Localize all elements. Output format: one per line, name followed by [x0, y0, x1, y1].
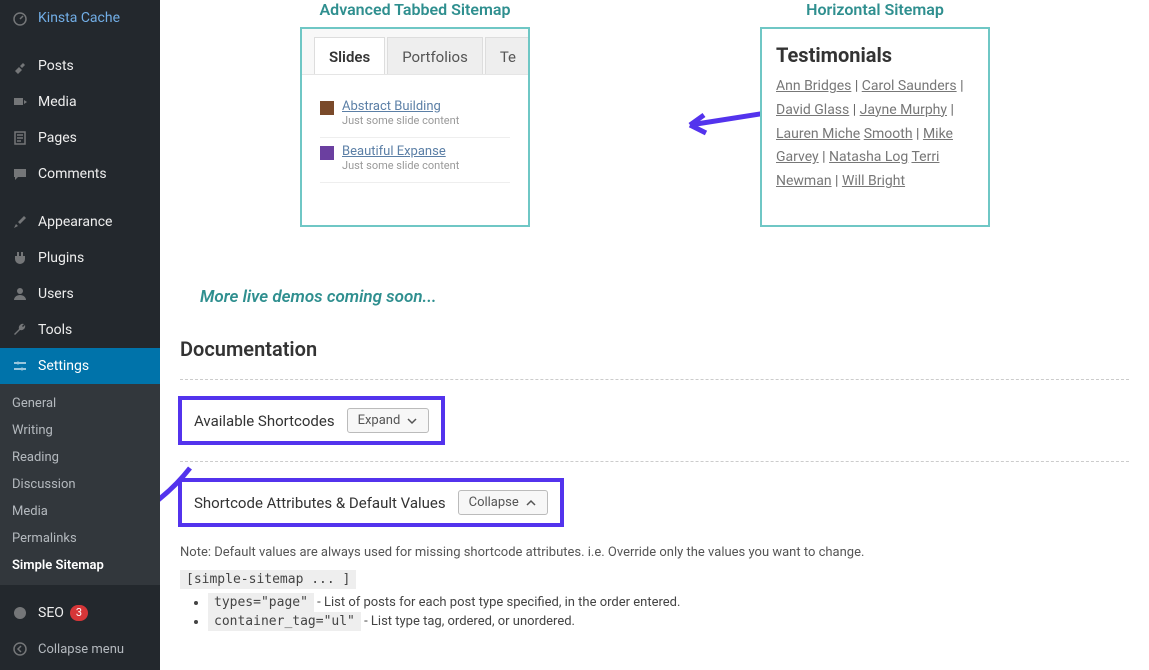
- preview-horizontal-sitemap: Horizontal Sitemap Testimonials Ann Brid…: [760, 0, 990, 227]
- label: Expand: [358, 413, 401, 428]
- submenu-writing[interactable]: Writing: [0, 417, 160, 444]
- label: Users: [38, 286, 74, 302]
- slide-title[interactable]: Beautiful Expanse: [342, 144, 459, 159]
- link[interactable]: Smooth: [864, 126, 913, 142]
- label: Kinsta Cache: [38, 10, 120, 26]
- note-text: Note: Default values are always used for…: [180, 545, 1129, 560]
- submenu-simple-sitemap[interactable]: Simple Sitemap: [0, 552, 160, 579]
- shortcode-example: [simple-sitemap ... ]: [180, 570, 356, 589]
- label: Posts: [38, 58, 74, 74]
- tab-slides[interactable]: Slides: [314, 37, 385, 74]
- seo-icon: [10, 603, 30, 623]
- documentation-heading: Documentation: [180, 337, 1129, 361]
- slide-sub: Just some slide content: [342, 159, 459, 172]
- submenu-permalinks[interactable]: Permalinks: [0, 525, 160, 552]
- testimonials-heading: Testimonials: [762, 29, 988, 75]
- wrench-icon: [10, 320, 30, 340]
- link[interactable]: Lauren Miche: [776, 126, 860, 142]
- admin-sidebar: Kinsta Cache Posts Media Pages Comments …: [0, 0, 160, 670]
- collapse-icon: [10, 639, 30, 659]
- label: Media: [38, 94, 77, 110]
- media-icon: [10, 92, 30, 112]
- comment-icon: [10, 164, 30, 184]
- link[interactable]: Ann Bridges: [776, 78, 851, 94]
- user-icon: [10, 284, 30, 304]
- panel-label: Shortcode Attributes & Default Values: [194, 494, 446, 512]
- attributes-list: types="page" - List of posts for each po…: [208, 595, 1129, 629]
- link[interactable]: Carol Saunders: [862, 78, 957, 94]
- sidebar-item-settings[interactable]: Settings: [0, 348, 160, 384]
- list-item: Abstract BuildingJust some slide content: [320, 93, 510, 138]
- sidebar-item-tools[interactable]: Tools: [0, 312, 160, 348]
- sidebar-item-users[interactable]: Users: [0, 276, 160, 312]
- link[interactable]: Will Bright: [842, 173, 905, 189]
- label: Collapse: [469, 495, 519, 510]
- collapse-menu[interactable]: Collapse menu: [0, 631, 160, 667]
- pin-icon: [10, 56, 30, 76]
- gauge-icon: [10, 8, 30, 28]
- slide-sub: Just some slide content: [342, 114, 459, 127]
- preview-tabs: Slides Portfolios Te: [302, 29, 528, 75]
- sidebar-item-comments[interactable]: Comments: [0, 156, 160, 192]
- testimonial-links: Ann Bridges | Carol Saunders | David Gla…: [762, 75, 988, 194]
- link[interactable]: Jayne Murphy: [860, 102, 947, 118]
- preview-card[interactable]: Testimonials Ann Bridges | Carol Saunder…: [760, 27, 990, 227]
- link[interactable]: Natasha Log: [829, 149, 908, 165]
- page-icon: [10, 128, 30, 148]
- label: Appearance: [38, 214, 112, 230]
- sliders-icon: [10, 356, 30, 376]
- sidebar-item-kinsta[interactable]: Kinsta Cache: [0, 0, 160, 36]
- card-title: Advanced Tabbed Sitemap: [300, 0, 530, 19]
- label: Settings: [38, 358, 89, 374]
- sidebar-item-seo[interactable]: SEO 3: [0, 595, 160, 631]
- settings-submenu: General Writing Reading Discussion Media…: [0, 384, 160, 585]
- preview-advanced-tabbed: Advanced Tabbed Sitemap Slides Portfolio…: [300, 0, 530, 227]
- tab-portfolios[interactable]: Portfolios: [387, 37, 483, 74]
- collapse-button[interactable]: Collapse: [458, 490, 548, 515]
- label: Collapse menu: [38, 642, 124, 657]
- attr-code: container_tag="ul": [208, 612, 361, 631]
- attr-desc: - List type tag, ordered, or unordered.: [361, 614, 575, 629]
- tab-te[interactable]: Te: [485, 37, 530, 74]
- sidebar-item-posts[interactable]: Posts: [0, 48, 160, 84]
- submenu-general[interactable]: General: [0, 390, 160, 417]
- list-item: Beautiful ExpanseJust some slide content: [320, 138, 510, 183]
- attr-code: types="page": [208, 593, 314, 612]
- chevron-down-icon: [406, 415, 418, 427]
- plug-icon: [10, 248, 30, 268]
- label: Tools: [38, 322, 72, 338]
- sidebar-item-media[interactable]: Media: [0, 84, 160, 120]
- expand-button[interactable]: Expand: [347, 408, 430, 433]
- preview-card[interactable]: Slides Portfolios Te Abstract BuildingJu…: [300, 27, 530, 227]
- main-content: Advanced Tabbed Sitemap Slides Portfolio…: [160, 0, 1149, 670]
- label: SEO: [38, 605, 64, 621]
- thumb-icon: [320, 101, 334, 115]
- card-title: Horizontal Sitemap: [760, 0, 990, 19]
- list-item: container_tag="ul" - List type tag, orde…: [208, 614, 1129, 629]
- list-item: types="page" - List of posts for each po…: [208, 595, 1129, 610]
- panel-available-shortcodes: Available Shortcodes Expand: [180, 379, 1129, 461]
- sidebar-item-plugins[interactable]: Plugins: [0, 240, 160, 276]
- thumb-icon: [320, 146, 334, 160]
- submenu-reading[interactable]: Reading: [0, 444, 160, 471]
- slide-title[interactable]: Abstract Building: [342, 99, 459, 114]
- sidebar-item-pages[interactable]: Pages: [0, 120, 160, 156]
- link[interactable]: David Glass: [776, 102, 849, 118]
- more-demos-text: More live demos coming soon...: [200, 287, 1129, 307]
- submenu-media[interactable]: Media: [0, 498, 160, 525]
- slide-list: Abstract BuildingJust some slide content…: [302, 75, 528, 183]
- seo-badge: 3: [70, 605, 88, 621]
- submenu-discussion[interactable]: Discussion: [0, 471, 160, 498]
- label: Comments: [38, 166, 107, 182]
- sidebar-item-appearance[interactable]: Appearance: [0, 204, 160, 240]
- brush-icon: [10, 212, 30, 232]
- label: Plugins: [38, 250, 84, 266]
- chevron-up-icon: [525, 497, 537, 509]
- label: Pages: [38, 130, 77, 146]
- attr-desc: - List of posts for each post type speci…: [314, 595, 681, 610]
- panel-shortcode-attributes: Shortcode Attributes & Default Values Co…: [180, 461, 1129, 651]
- panel-label: Available Shortcodes: [194, 412, 335, 430]
